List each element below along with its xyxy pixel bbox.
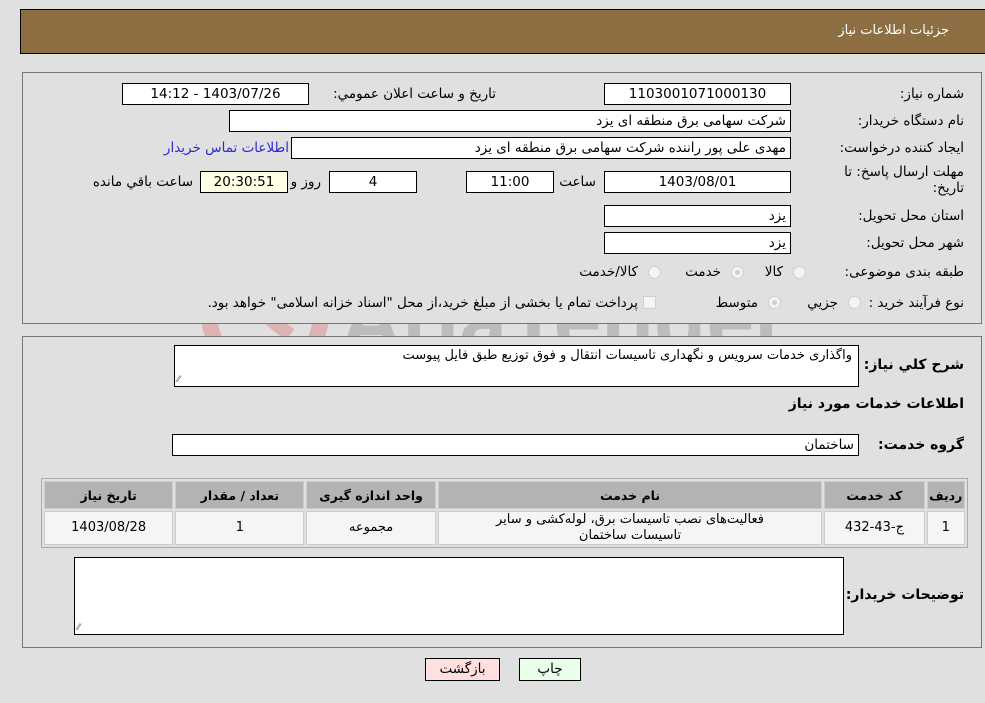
category-service-label: خدمت [685, 264, 721, 280]
table-header-row: ردیف کد خدمت نام خدمت واحد اندازه گیری ت… [44, 481, 965, 509]
buyer-org-label: نام دستگاه خریدار: [857, 113, 964, 129]
category-label: طبقه بندی موضوعی: [844, 264, 964, 280]
announce-date-label: تاریخ و ساعت اعلان عمومي: [333, 86, 496, 102]
cell-row-number: 1 [926, 511, 965, 545]
page-title: جزئیات اطلاعات نیاز [838, 23, 949, 38]
creator-field: مهدی علی پور راننده شرکت سهامی برق منطقه… [291, 137, 791, 159]
process-medium-label: متوسط [715, 295, 758, 311]
process-minor-label: جزیي [807, 295, 838, 311]
remaining-time-field: 20:30:51 [200, 171, 288, 193]
remaining-time-label: ساعت باقي مانده [92, 174, 193, 190]
page-header: جزئیات اطلاعات نیاز [20, 9, 985, 54]
col-need-date: تاریخ نیاز [44, 481, 174, 509]
process-minor-radio[interactable] [848, 296, 861, 309]
city-field: یزد [604, 232, 791, 254]
deadline-date-field: 1403/08/01 [604, 171, 791, 193]
category-goods-label: کالا [764, 264, 783, 280]
table-row: 1 ج-43-432 فعالیت‌های نصب تاسیسات برق، ل… [44, 511, 965, 545]
description-label: شرح کلي نیاز: [863, 357, 964, 373]
province-label: استان محل تحویل: [858, 208, 964, 224]
col-unit: واحد اندازه گیری [306, 481, 436, 509]
buyer-org-field: شرکت سهامی برق منطقه ای یزد [229, 110, 791, 132]
need-number-field: 1103001071000130 [604, 83, 791, 105]
cell-service-name: فعالیت‌های نصب تاسیسات برق، لوله‌کشی و س… [437, 511, 823, 545]
col-service-code: کد خدمت [824, 481, 925, 509]
service-group-field: ساختمان [172, 434, 859, 456]
buyer-notes-textarea[interactable]: ⁄⁄ [74, 557, 844, 635]
days-remaining-field: 4 [329, 171, 417, 193]
creator-label: ایجاد کننده درخواست: [839, 140, 964, 156]
description-textarea[interactable]: واگذاری خدمات سرویس و نگهداری تاسیسات ان… [174, 345, 859, 387]
buyer-notes-label: توضیحات خریدار: [845, 587, 964, 603]
days-label: روز و [290, 174, 321, 190]
back-button[interactable]: بازگشت [425, 658, 500, 681]
deadline-time-field: 11:00 [466, 171, 554, 193]
description-text: واگذاری خدمات سرویس و نگهداری تاسیسات ان… [402, 348, 852, 363]
services-table: ردیف کد خدمت نام خدمت واحد اندازه گیری ت… [41, 478, 968, 548]
province-field: یزد [604, 205, 791, 227]
treasury-checkbox[interactable] [643, 296, 656, 309]
need-number-label: شماره نیاز: [899, 86, 964, 102]
category-goods-radio[interactable] [793, 266, 806, 279]
services-panel: شرح کلي نیاز: واگذاری خدمات سرویس و نگهد… [22, 336, 982, 648]
purchase-process-label: نوع فرآیند خرید : [868, 295, 964, 311]
service-group-label: گروه خدمت: [878, 437, 964, 453]
deadline-time-label: ساعت [559, 174, 596, 190]
treasury-note: پرداخت تمام یا بخشی از مبلغ خرید،از محل … [207, 295, 638, 311]
category-service-radio[interactable] [731, 266, 744, 279]
cell-need-date: 1403/08/28 [44, 511, 174, 545]
announce-date-field: 1403/07/26 - 14:12 [122, 83, 309, 105]
resize-grip-icon[interactable]: ⁄⁄ [77, 624, 80, 633]
services-section-title: اطلاعات خدمات مورد نیاز [788, 396, 964, 412]
buyer-contact-link[interactable]: اطلاعات تماس خریدار [164, 140, 289, 156]
deadline-label: مهلت ارسال پاسخ: تا تاریخ: [844, 164, 964, 196]
cell-service-code: ج-43-432 [824, 511, 925, 545]
need-details-panel: شماره نیاز: 1103001071000130 تاریخ و ساع… [22, 72, 982, 324]
col-row-number: ردیف [926, 481, 965, 509]
print-button[interactable]: چاپ [519, 658, 581, 681]
cell-unit: مجموعه [306, 511, 436, 545]
col-quantity: تعداد / مقدار [175, 481, 305, 509]
resize-grip-icon[interactable]: ⁄⁄ [177, 376, 180, 385]
cell-quantity: 1 [175, 511, 305, 545]
process-medium-radio[interactable] [768, 296, 781, 309]
category-goods-service-radio[interactable] [648, 266, 661, 279]
col-service-name: نام خدمت [437, 481, 823, 509]
category-goods-service-label: کالا/خدمت [579, 264, 638, 280]
city-label: شهر محل تحویل: [866, 235, 964, 251]
